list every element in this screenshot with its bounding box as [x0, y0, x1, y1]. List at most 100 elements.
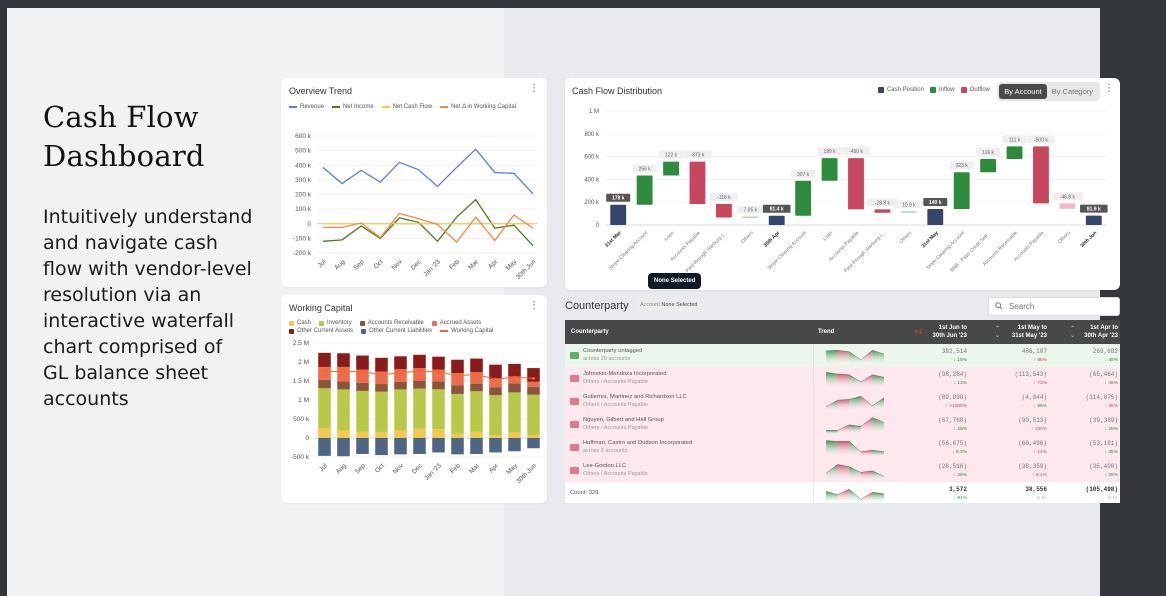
overview-menu-kebab-icon[interactable]: ⋮ — [529, 84, 539, 94]
header-counterparty[interactable]: Counterparty — [571, 320, 609, 344]
data-label: -28.8 k — [875, 200, 891, 206]
legend-item-inflow[interactable]: Inflow — [929, 87, 955, 93]
sparkline-area — [826, 350, 838, 365]
waterfall-bar-30th-apr — [768, 215, 785, 225]
value-cell: (114,875) — [1085, 394, 1118, 401]
working-capital-card: Working Capital ⋮ Cash Inventory Accounts … — [281, 295, 547, 503]
table-row[interactable]: Huffman, Castro and Dodson Incorporated a… — [565, 436, 1120, 459]
x-tick-label: 30th Jun — [515, 258, 538, 281]
value-cell: (39,389) — [1089, 417, 1118, 424]
bar-segment-accounts-receivable — [489, 387, 502, 396]
cash-flow-menu-kebab-icon[interactable]: ⋮ — [1104, 84, 1114, 94]
counterparty-name[interactable]: Johnston-Mendoza Incorporated — [583, 371, 666, 377]
legend-item-other-current-assets[interactable]: Other Current Assets — [289, 328, 353, 334]
legend-item-inventory[interactable]: Inventory — [319, 320, 352, 326]
header-may[interactable]: 1st May to 31st May '23 — [1005, 320, 1047, 344]
counterparty-name[interactable]: Gutierrez, Martinez and Richardson LLC — [583, 394, 687, 400]
waterfall-bar-30th-jun — [1085, 215, 1102, 225]
cash-flow-legend: Cash Position Inflow Outflow — [877, 87, 990, 93]
legend-swatch — [929, 87, 936, 93]
working-capital-point — [456, 374, 459, 378]
header-apr[interactable]: 1st Apr to 30th Apr '23 — [1075, 320, 1118, 344]
by-account-toggle-button[interactable]: By Account — [999, 84, 1047, 99]
data-label: 307 k — [797, 172, 810, 178]
change-cell: ↓ 96% — [1033, 404, 1047, 409]
waterfall-bar-paid-through-warburg — [715, 204, 732, 218]
x-tick-label: Oct — [373, 258, 385, 270]
bar-segment-cash — [413, 428, 426, 438]
legend-item-net-in-working-capital[interactable]: Net Δ in Working Capital — [440, 104, 516, 110]
legend-swatch — [960, 87, 967, 93]
trend-cell — [822, 414, 888, 434]
counterparty-name[interactable]: Counterparty untagged — [583, 348, 642, 354]
table-row[interactable]: Counterparty untagged across 25 accounts 3… — [565, 344, 1120, 367]
legend-item-cash-position[interactable]: Cash Position — [877, 87, 924, 93]
overview-legend: Revenue Net Income Net Cash Flow Net Δ in W… — [289, 104, 516, 110]
search-box[interactable] — [988, 297, 1120, 316]
x-tick-label: Nov — [391, 258, 405, 272]
data-label: 116 k — [982, 150, 994, 156]
counterparty-table: Counterparty Trend ≡⇃ 1st Jun to 30th Jun… — [565, 320, 1120, 503]
overview-trend-chart: 600 k 500 k 400 k 300 k 200 k 100 k 0 -100 k -20… — [293, 133, 538, 281]
data-label: -500 k — [1034, 137, 1048, 143]
legend-item-net-income[interactable]: Net Income — [332, 104, 374, 110]
value-cell: (56,675) — [938, 440, 967, 447]
legend-label: Accrued Assets — [439, 320, 482, 326]
y-tick-label: -100 k — [293, 235, 312, 242]
bar-segment-other-current-liabilities — [527, 438, 540, 449]
bar-segment-other-current-assets — [413, 354, 426, 369]
data-label: 81.4 k — [770, 207, 784, 213]
y-tick-label: 0 — [596, 223, 600, 229]
x-tick-label: Feb — [448, 258, 461, 271]
series-line-net-in-working-capital — [323, 212, 534, 243]
legend-item-revenue[interactable]: Revenue — [289, 104, 324, 110]
counterparty-name[interactable]: Lee-Gordon LLC — [583, 463, 626, 469]
bar-segment-accounts-receivable — [318, 379, 331, 389]
legend-label: Net Cash Flow — [392, 104, 433, 110]
table-row[interactable]: Gutierrez, Martinez and Richardson LLC Ot… — [565, 390, 1120, 413]
table-row[interactable]: Johnston-Mendoza Incorporated Others / Ac… — [565, 367, 1120, 390]
waterfall-bar-accounts-payable — [1033, 146, 1049, 204]
legend-item-cash[interactable]: Cash — [289, 320, 311, 326]
legend-item-accrued-assets[interactable]: Accrued Assets — [431, 320, 482, 326]
by-category-toggle-button[interactable]: By Category — [1047, 84, 1098, 99]
sparkline-area — [849, 441, 861, 457]
working-capital-menu-kebab-icon[interactable]: ⋮ — [529, 301, 539, 311]
search-input[interactable] — [1009, 302, 1109, 311]
sparkline-area — [837, 464, 850, 480]
view-toggle: By Account By Category — [997, 82, 1100, 101]
sparkline-area — [872, 492, 884, 503]
legend-item-working-capital[interactable]: Working Capital — [440, 328, 493, 334]
counterparty-subtitle: across 25 accounts — [583, 356, 631, 362]
x-tick-label: Dec — [410, 258, 424, 272]
sparkline-area — [826, 430, 838, 434]
table-row[interactable]: Lee-Gordon LLC Others / Accounts Payable (… — [565, 459, 1120, 482]
legend-item-other-current-liabilities[interactable]: Other Current Liabilities — [361, 328, 432, 334]
change-cell: ↓ 6.3% — [952, 450, 967, 455]
bar-segment-accounts-receivable — [375, 384, 388, 392]
sort-toggle-icon[interactable]: ⌃ ⌄ — [995, 320, 1000, 344]
data-label: 256 k — [639, 167, 652, 173]
table-body: Counterparty untagged across 25 accounts 3… — [565, 344, 1120, 503]
legend-item-outflow[interactable]: Outflow — [960, 87, 990, 93]
table-row[interactable]: Nguyen, Gilbert and Hall Group Others / A… — [565, 413, 1120, 436]
counterparty-name[interactable]: Huffman, Castro and Dodson Incorporated — [583, 440, 692, 446]
account-filter-chip[interactable]: Account None Selected — [635, 299, 703, 311]
bar-segment-accounts-receivable — [413, 380, 426, 389]
y-tick-label: 500 k — [293, 416, 310, 423]
value-cell: 3,572 — [948, 486, 967, 493]
value-cell: (67,768) — [938, 417, 967, 424]
x-tick-label: Apr — [488, 462, 501, 475]
sort-active-icon[interactable]: ≡⇃ — [914, 320, 924, 344]
trend-sparkline — [825, 349, 885, 365]
trend-sparkline — [825, 395, 885, 411]
change-cell: N.M. — [1107, 496, 1118, 501]
cash-flow-waterfall-chart: 1 M 800 k 600 k 400 k 200 k 0 178 k 31st Mar 256… — [584, 109, 1108, 274]
legend-label: Inflow — [938, 87, 955, 93]
legend-item-net-cash-flow[interactable]: Net Cash Flow — [381, 104, 433, 110]
counterparty-name[interactable]: Nguyen, Gilbert and Hall Group — [583, 417, 664, 423]
bar-segment-other-current-liabilities — [470, 438, 483, 454]
y-tick-label: 0 — [305, 435, 309, 442]
legend-item-accounts-receivable[interactable]: Accounts Receivable — [359, 320, 424, 326]
header-jun[interactable]: 1st Jun to 30th Jun '23 — [925, 320, 967, 344]
